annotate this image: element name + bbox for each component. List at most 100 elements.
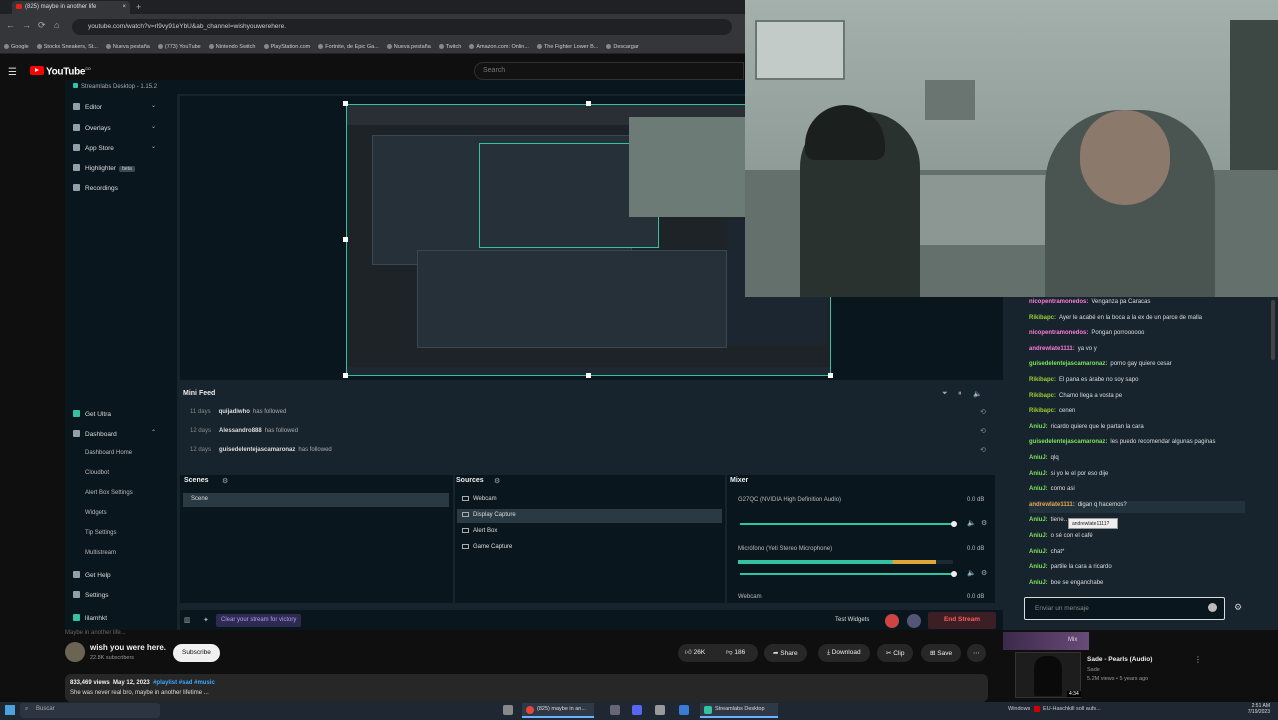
resize-handle[interactable] — [586, 101, 591, 106]
volume-slider[interactable] — [740, 523, 955, 525]
chevron-down-icon[interactable]: ⌄ — [151, 143, 156, 150]
chat-settings-gear-icon[interactable]: ⚙ — [1234, 602, 1242, 613]
source-item[interactable]: Webcam — [462, 496, 497, 502]
chat-username[interactable]: andrewlate1111: — [1029, 346, 1075, 352]
nav-multistream[interactable]: Multistream — [85, 550, 116, 556]
nav-dashboard[interactable]: Dashboard — [73, 430, 117, 438]
forward-icon[interactable]: → — [22, 20, 31, 30]
volume-knob[interactable] — [951, 521, 957, 527]
save-button[interactable]: ⊞ Save — [921, 644, 962, 662]
sources-gear-icon[interactable]: ⚙ — [494, 477, 500, 485]
tray-app-label[interactable]: Windows — [1008, 706, 1030, 712]
replay-icon[interactable]: ⟲ — [980, 427, 986, 435]
home-icon[interactable]: ⌂ — [54, 20, 59, 30]
mute-icon[interactable]: 🔈 — [973, 390, 982, 398]
resize-handle[interactable] — [343, 373, 348, 378]
chat-username[interactable]: AniuJ: — [1029, 471, 1048, 477]
bookmark-item[interactable]: Nueva pestaña — [106, 44, 150, 50]
file-explorer-icon[interactable] — [503, 705, 513, 715]
nav-dashboard-home[interactable]: Dashboard Home — [85, 450, 132, 456]
volume-icon[interactable]: 🔈 — [967, 569, 976, 577]
chat-username[interactable]: AniuJ: — [1029, 533, 1048, 539]
chat-username[interactable]: Rikibapc: — [1029, 408, 1056, 414]
bookmark-item[interactable]: Descargar — [606, 44, 638, 50]
bookmark-item[interactable]: PlayStation.com — [264, 44, 311, 50]
close-tab-icon[interactable]: × — [122, 4, 126, 10]
description-box[interactable] — [65, 674, 988, 702]
chat-username[interactable]: AniuJ: — [1029, 580, 1048, 586]
bookmark-item[interactable]: The Fighter Lower B... — [537, 44, 598, 50]
nav-widgets[interactable]: Widgets — [85, 510, 107, 516]
source-item[interactable]: Alert Box — [462, 528, 497, 534]
chevron-down-icon[interactable]: ⌄ — [151, 102, 156, 109]
browser-tab[interactable]: (825) maybe in another life × — [12, 1, 130, 14]
task-view-icon[interactable] — [610, 705, 620, 715]
app-icon[interactable] — [655, 705, 665, 715]
volume-slider[interactable] — [740, 573, 955, 575]
scene-item[interactable]: Scene — [191, 496, 208, 502]
nav-tip-settings[interactable]: Tip Settings — [85, 530, 116, 536]
clip-button[interactable]: ✂ Clip — [877, 644, 914, 662]
resize-handle[interactable] — [828, 373, 833, 378]
promo-link[interactable]: Clear your stream for victory — [216, 614, 302, 627]
app-icon[interactable] — [679, 705, 689, 715]
bookmark-item[interactable]: Fortnite, de Epic Ga... — [318, 44, 379, 50]
resize-handle[interactable] — [586, 373, 591, 378]
channel-name[interactable]: wish you were here. — [90, 643, 166, 652]
nav-highlighter[interactable]: Highlighter beta — [73, 164, 135, 172]
resize-handle[interactable] — [343, 101, 348, 106]
menu-icon[interactable]: ☰ — [8, 67, 17, 78]
url-input[interactable]: youtube.com/watch?v=rl9vy91eYbU&ab_chann… — [72, 19, 732, 35]
suggested-title[interactable]: Sade - Pearls (Audio) — [1087, 656, 1152, 663]
scenes-gear-icon[interactable]: ⚙ — [222, 477, 228, 485]
bookmark-item[interactable]: (773) YouTube — [158, 44, 201, 50]
suggested-channel[interactable]: Sade — [1087, 667, 1100, 673]
nav-editor[interactable]: Editor — [73, 103, 102, 111]
resize-handle[interactable] — [343, 237, 348, 242]
news-ticker[interactable]: EU-Haschkill soll aufs... — [1043, 706, 1101, 712]
chat-username[interactable]: Rikibapc: — [1029, 315, 1056, 321]
reload-icon[interactable]: ⟳ — [38, 20, 46, 31]
nav-recordings[interactable]: Recordings — [73, 184, 118, 192]
nav-profile[interactable]: lilamhkt — [73, 614, 107, 622]
emote-icon[interactable] — [1208, 603, 1217, 612]
chat-username[interactable]: guisedelentejascamaronaz: — [1029, 361, 1107, 367]
windows-start-icon[interactable] — [5, 705, 15, 715]
volume-knob[interactable] — [951, 571, 957, 577]
new-tab-icon[interactable]: + — [136, 2, 141, 12]
download-button[interactable]: ⤓ Download — [818, 644, 870, 662]
gear-icon[interactable]: ⚙ — [981, 569, 987, 577]
hashtags[interactable]: #playlist #sad #music — [153, 680, 215, 686]
chat-username[interactable]: AniuJ: — [1029, 517, 1048, 523]
share-button[interactable]: ➦ Share — [764, 644, 807, 662]
discord-icon[interactable] — [632, 705, 642, 715]
youtube-logo[interactable]: YouTubeCO — [30, 66, 91, 77]
youtube-search-input[interactable]: Search — [474, 62, 744, 80]
nav-settings[interactable]: Settings — [73, 591, 109, 599]
record-button[interactable] — [885, 614, 899, 628]
chat-username[interactable]: AniuJ: — [1029, 455, 1048, 461]
chat-scrollbar[interactable] — [1271, 300, 1275, 360]
filter-icon[interactable]: ⏷ — [942, 390, 948, 398]
chat-username[interactable]: nicopentramonedos: — [1029, 299, 1088, 305]
more-actions-button[interactable]: ⋯ — [967, 644, 986, 662]
nav-cloudbot[interactable]: Cloudbot — [85, 470, 109, 476]
nav-alert-box-settings[interactable]: Alert Box Settings — [85, 490, 133, 496]
clock[interactable]: 2:51 AM 7/19/2023 — [1230, 703, 1270, 715]
volume-icon[interactable]: 🔈 — [967, 519, 976, 527]
bookmark-item[interactable]: Nintendo Switch — [209, 44, 256, 50]
scene-item-selected[interactable] — [183, 493, 449, 507]
bookmark-item[interactable]: Nueva pestaña — [387, 44, 431, 50]
bookmark-item[interactable]: Twitch — [439, 44, 462, 50]
bookmark-item[interactable]: Amazon.com: Onlin... — [469, 44, 529, 50]
dislike-button[interactable]: 👎︎ 186 — [726, 648, 745, 656]
replay-icon[interactable]: ⟲ — [980, 446, 986, 454]
chat-username[interactable]: guisedelentejascamaronaz: — [1029, 439, 1107, 445]
bookmark-item[interactable]: Google — [4, 44, 29, 50]
test-widgets-label[interactable]: Test Widgets — [835, 617, 869, 623]
source-item[interactable]: Game Capture — [462, 544, 512, 550]
subscribe-button[interactable]: Subscribe — [173, 644, 220, 662]
nav-get-help[interactable]: Get Help — [73, 571, 111, 579]
pause-icon[interactable]: ⏸ — [958, 390, 962, 398]
chat-username[interactable]: AniuJ: — [1029, 549, 1048, 555]
